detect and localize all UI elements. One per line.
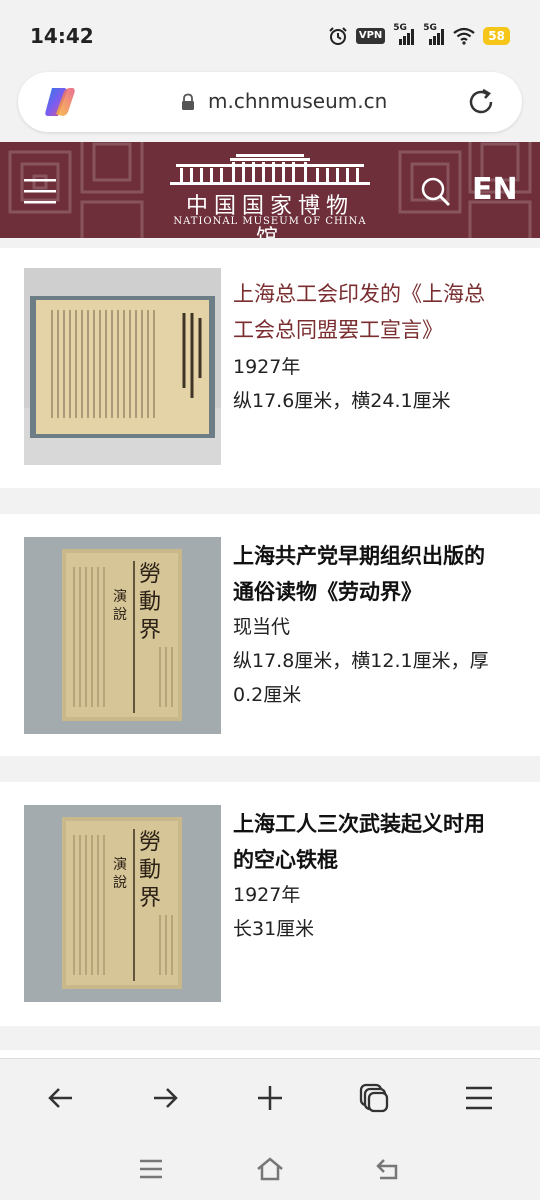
item-title-line: 的空心铁棍 xyxy=(233,848,338,872)
item-title[interactable]: 上海工人三次武装起义时用 的空心铁棍 xyxy=(233,806,525,878)
logo-title-cn: 中国国家博物馆 xyxy=(185,194,354,238)
forward-icon[interactable] xyxy=(150,1083,180,1113)
language-switch[interactable]: EN xyxy=(472,172,518,207)
item-dimensions-cont: 0.2厘米 xyxy=(233,684,302,706)
item-date: 现当代 xyxy=(233,616,291,638)
url-text[interactable]: m.chnmuseum.cn xyxy=(208,89,387,113)
signal-icon: 5G xyxy=(393,23,415,45)
battery-level: 58 xyxy=(483,27,510,45)
menu-icon[interactable] xyxy=(464,1083,494,1113)
book-title-text: 勞 xyxy=(139,830,161,855)
menu-icon[interactable] xyxy=(24,178,56,204)
recent-apps-icon[interactable] xyxy=(136,1156,166,1182)
signal-icon: 5G xyxy=(423,23,445,45)
item-title-line: 上海总工会印发的《上海总 xyxy=(233,282,485,306)
book-title-text: 勞 xyxy=(139,562,161,587)
book-section-text: 演 xyxy=(113,857,127,873)
book-title-text: 界 xyxy=(139,618,161,643)
status-time: 14:42 xyxy=(30,24,94,48)
list-item[interactable]: 勞 動 界 演 說 上海工人三次武装起义时用 的空心铁棍 1927年 长31厘米 xyxy=(0,782,540,1026)
item-title[interactable]: 上海总工会印发的《上海总 工会总同盟罢工宣言》 xyxy=(233,276,525,348)
item-meta: 1927年 纵17.6厘米，横24.1厘米 xyxy=(233,350,525,418)
alarm-icon xyxy=(329,27,347,45)
system-nav-bar xyxy=(0,1138,540,1200)
item-thumbnail[interactable] xyxy=(24,268,221,465)
item-dimensions: 纵17.8厘米，横12.1厘米，厚 xyxy=(233,650,489,672)
search-icon[interactable] xyxy=(420,176,452,208)
signal-label: 5G xyxy=(393,23,407,33)
item-thumbnail[interactable]: 勞 動 界 演 說 xyxy=(24,537,221,734)
item-meta: 1927年 长31厘米 xyxy=(233,878,525,946)
item-thumbnail[interactable]: 勞 動 界 演 說 xyxy=(24,805,221,1002)
item-title[interactable]: 上海共产党早期组织出版的 通俗读物《劳动界》 xyxy=(233,538,525,610)
tabs-icon[interactable] xyxy=(359,1083,389,1113)
list-item[interactable]: 上海总工会印发的《上海总 工会总同盟罢工宣言》 1927年 纵17.6厘米，横2… xyxy=(0,248,540,488)
item-title-line: 工会总同盟罢工宣言》 xyxy=(233,318,443,342)
book-image: 勞 動 界 演 說 xyxy=(24,805,221,1002)
back-nav-icon[interactable] xyxy=(374,1156,404,1182)
back-icon[interactable] xyxy=(46,1083,76,1113)
item-date: 1927年 xyxy=(233,884,301,906)
document-image xyxy=(24,268,221,465)
reload-icon[interactable] xyxy=(466,87,496,117)
book-section-text: 說 xyxy=(113,606,127,623)
list-item[interactable]: 勞 動 界 演 說 上海共产党早期组织出版的 通俗读物《劳动界》 现当代 纵17… xyxy=(0,514,540,756)
item-title-line: 上海共产党早期组织出版的 xyxy=(233,544,485,568)
status-bar: 14:42 VPN 5G 5G 58 xyxy=(0,0,540,72)
item-dimensions: 纵17.6厘米，横24.1厘米 xyxy=(233,390,451,412)
item-meta: 现当代 纵17.8厘米，横12.1厘米，厚 0.2厘米 xyxy=(233,610,525,712)
wifi-icon xyxy=(453,27,475,45)
book-title-text: 界 xyxy=(139,886,161,911)
logo-title-en: NATIONAL MUSEUM OF CHINA xyxy=(173,216,367,227)
item-dimensions: 长31厘米 xyxy=(233,918,315,940)
book-title-text: 動 xyxy=(139,858,161,883)
museum-logo-icon xyxy=(170,154,370,185)
item-date: 1927年 xyxy=(233,356,301,378)
home-icon[interactable] xyxy=(255,1156,285,1182)
book-section-text: 演 xyxy=(113,589,127,605)
book-section-text: 說 xyxy=(113,874,127,891)
new-tab-icon[interactable] xyxy=(255,1083,285,1113)
lock-icon xyxy=(182,93,194,110)
book-title-text: 動 xyxy=(139,590,161,615)
vpn-badge: VPN xyxy=(355,28,386,44)
signal-label: 5G xyxy=(423,23,437,33)
item-title-line: 上海工人三次武装起义时用 xyxy=(233,812,485,836)
site-header: 中国国家博物馆 NATIONAL MUSEUM OF CHINA EN xyxy=(0,142,540,238)
status-icons: VPN 5G 5G 58 xyxy=(328,23,510,48)
book-image: 勞 動 界 演 說 xyxy=(24,537,221,734)
item-title-line: 通俗读物《劳动界》 xyxy=(233,580,422,604)
copilot-icon[interactable] xyxy=(42,86,76,118)
address-bar[interactable]: m.chnmuseum.cn xyxy=(18,72,522,132)
browser-toolbar xyxy=(0,1058,540,1138)
